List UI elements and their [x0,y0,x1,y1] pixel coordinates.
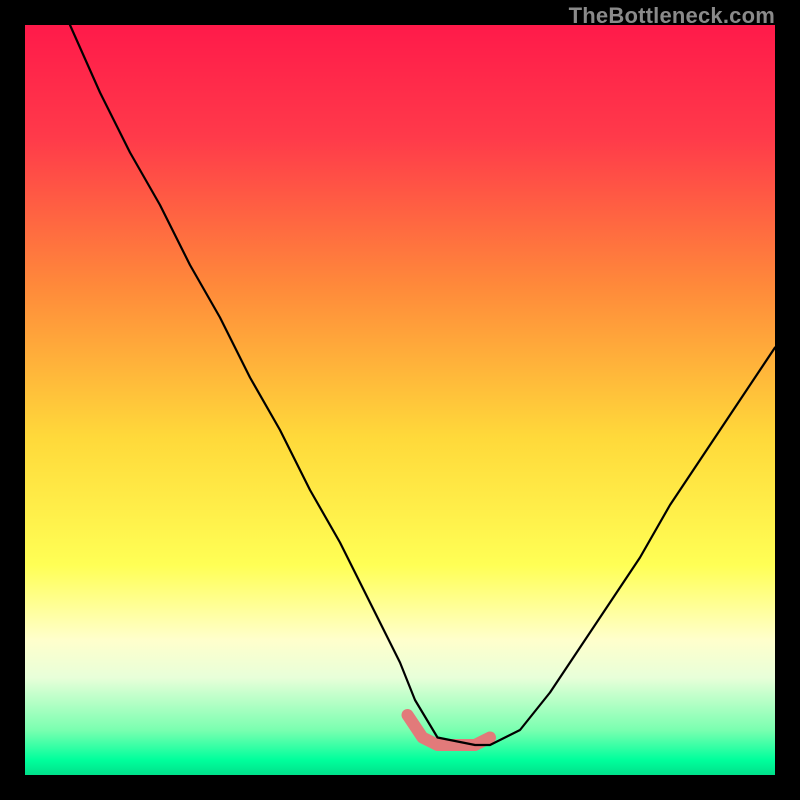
bottleneck-chart [25,25,775,775]
chart-frame: TheBottleneck.com [0,0,800,800]
watermark-text: TheBottleneck.com [569,3,775,29]
